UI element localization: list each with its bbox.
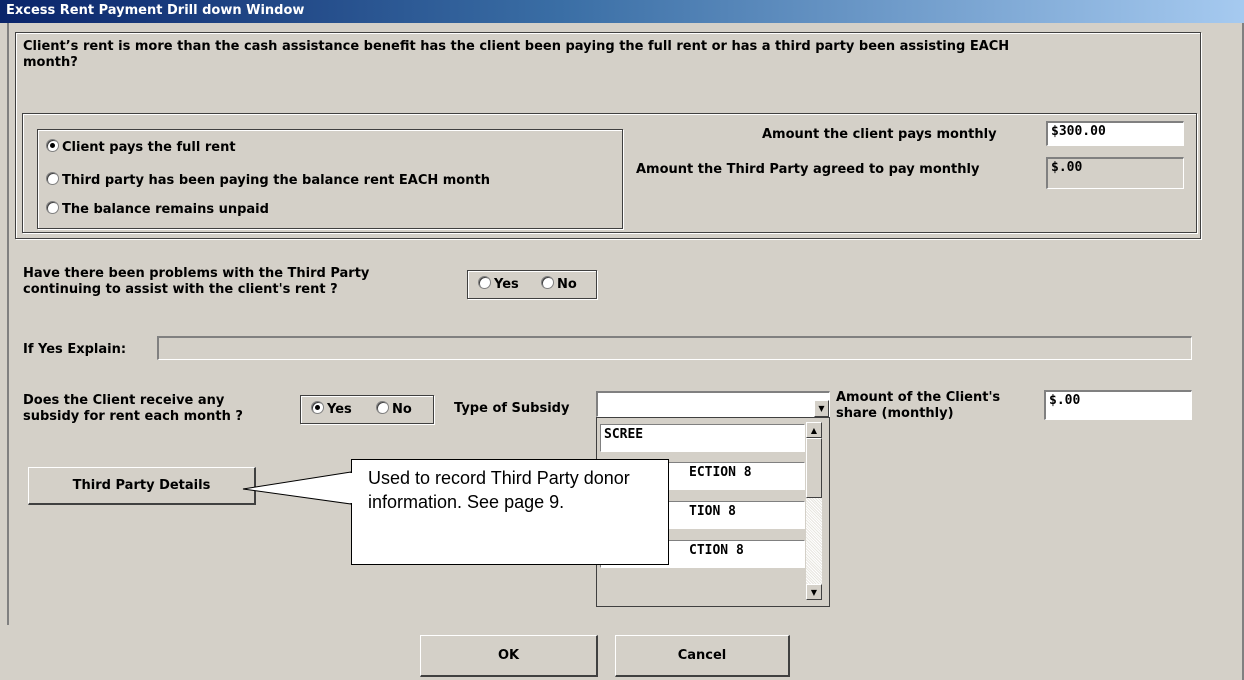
subsidy-yes-option[interactable]: Yes (311, 401, 352, 418)
explain-label: If Yes Explain: (23, 342, 127, 357)
option-client-pays[interactable]: Client pays the full rent (46, 139, 236, 156)
client-pays-input[interactable]: $300.00 (1046, 121, 1184, 146)
no-label: No (557, 277, 577, 292)
client-share-input[interactable]: $.00 (1044, 390, 1192, 420)
yes-label: Yes (327, 402, 352, 417)
cancel-button[interactable]: Cancel (615, 635, 790, 677)
third-party-details-button[interactable]: Third Party Details (28, 467, 256, 505)
client-share-label-line2: share (monthly) (836, 406, 954, 421)
radio-subsidy-yes[interactable] (311, 401, 324, 414)
title-bar: Excess Rent Payment Drill down Window (0, 0, 1244, 23)
radio-third-party-paying[interactable] (46, 172, 59, 185)
chevron-down-icon[interactable]: ▼ (814, 400, 829, 417)
no-label: No (392, 402, 412, 417)
callout-pointer (242, 471, 353, 505)
callout-note: Used to record Third Party donor informa… (351, 459, 669, 565)
option-balance-unpaid[interactable]: The balance remains unpaid (46, 201, 269, 218)
subsidy-no-option[interactable]: No (376, 401, 412, 418)
yes-label: Yes (494, 277, 519, 292)
radio-client-pays[interactable] (46, 139, 59, 152)
rent-question-text: Client’s rent is more than the cash assi… (23, 39, 1010, 70)
problems-label-line2: continuing to assist with the client's r… (23, 282, 338, 297)
scroll-thumb[interactable] (806, 438, 822, 498)
client-share-label-line1: Amount of the Client's (836, 390, 1001, 405)
subsidy-type-label: Type of Subsidy (454, 401, 570, 416)
option-label: Third party has been paying the balance … (62, 173, 490, 188)
problems-label-line1: Have there been problems with the Third … (23, 266, 370, 281)
subsidy-label-line1: Does the Client receive any (23, 393, 225, 408)
option-third-party-paying[interactable]: Third party has been paying the balance … (46, 172, 490, 189)
radio-problems-no[interactable] (541, 276, 554, 289)
third-party-pays-input[interactable]: $.00 (1046, 157, 1184, 189)
window-title: Excess Rent Payment Drill down Window (6, 3, 305, 18)
option-label: Client pays the full rent (62, 140, 236, 155)
radio-balance-unpaid[interactable] (46, 201, 59, 214)
ok-button[interactable]: OK (420, 635, 598, 677)
radio-problems-yes[interactable] (478, 276, 491, 289)
client-pays-label: Amount the client pays monthly (762, 127, 997, 142)
explain-input[interactable] (157, 336, 1192, 360)
radio-subsidy-no[interactable] (376, 401, 389, 414)
scroll-down-icon[interactable]: ▼ (806, 584, 822, 600)
scroll-up-icon[interactable]: ▲ (806, 422, 822, 438)
subsidy-type-select[interactable] (596, 391, 830, 417)
subsidy-label-line2: subsidy for rent each month ? (23, 409, 243, 424)
problems-yes-option[interactable]: Yes (478, 276, 519, 293)
option-label: The balance remains unpaid (62, 202, 269, 217)
problems-no-option[interactable]: No (541, 276, 577, 293)
third-party-pays-label: Amount the Third Party agreed to pay mon… (636, 162, 980, 177)
list-item[interactable]: SCREE (600, 424, 805, 452)
